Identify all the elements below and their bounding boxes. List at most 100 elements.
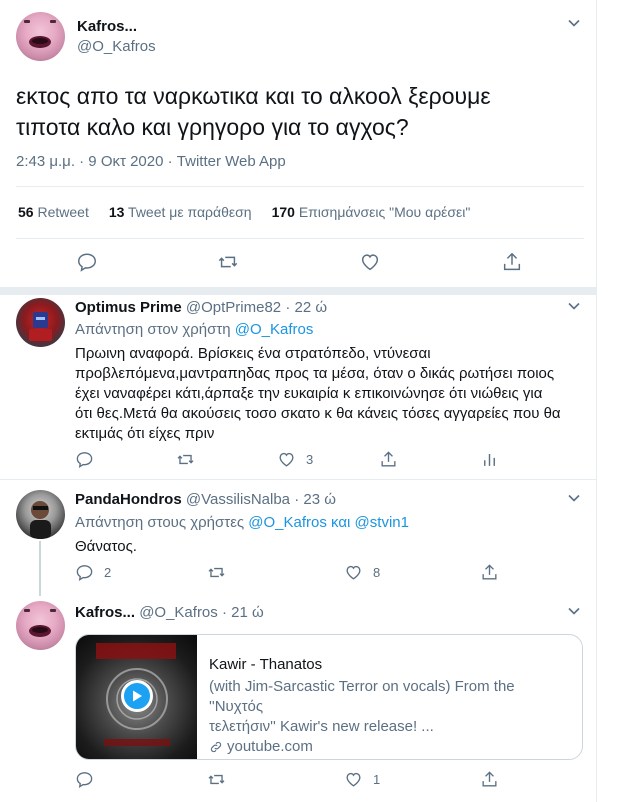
- play-icon: [133, 690, 142, 702]
- quotes-label: Tweet με παράθεση: [128, 204, 252, 220]
- retweets-count: 56: [18, 204, 34, 220]
- avatar-image: [30, 501, 51, 539]
- card-thumbnail: [76, 635, 197, 759]
- retweet-icon: [177, 454, 194, 465]
- chevron-down-icon[interactable]: [567, 604, 581, 618]
- reply3-header: Kafros... @O_Kafros · 21 ώ: [75, 604, 264, 621]
- avatar-image: [24, 20, 56, 48]
- quotes-stat[interactable]: 13 Tweet με παράθεση: [109, 204, 252, 220]
- avatar-panda[interactable]: [16, 490, 65, 539]
- reply-button[interactable]: [75, 450, 94, 469]
- reply-button[interactable]: 2: [75, 563, 111, 582]
- reply2-mention-1[interactable]: @O_Kafros: [248, 514, 327, 531]
- reply1-handle[interactable]: @OptPrime82: [186, 299, 281, 316]
- card-description-line2: τελετήσιν'' Kawir's new release! ...: [209, 718, 434, 735]
- reply3-like-count: 1: [373, 772, 381, 787]
- main-tweet-text: εκτος απο τα ναρκωτικα και το αλκοολ ξερ…: [16, 81, 491, 143]
- heart-icon: [346, 565, 361, 580]
- link-icon: [210, 741, 222, 753]
- reply2-replying-to: Απάντηση στους χρήστες @O_Kafros και @st…: [75, 514, 409, 531]
- like-button[interactable]: 3: [277, 450, 313, 469]
- main-tweet-stats: 56 Retweet 13 Tweet με παράθεση 170 Επισ…: [18, 204, 470, 220]
- reply2-reply-count: 2: [104, 565, 112, 580]
- reply2-display-name[interactable]: PandaHondros: [75, 491, 182, 508]
- avatar-kafros[interactable]: [16, 601, 65, 650]
- reply2-header: PandaHondros @VassilisNalba · 23 ώ: [75, 491, 336, 508]
- retweet-button[interactable]: [207, 563, 226, 582]
- reply1-line: εκτιμάς ότι είχες πριν: [75, 425, 215, 442]
- reply2-text: Θάνατος.: [75, 538, 137, 555]
- reply1-text: Πρωινη αναφορά. Βρίσκεις ένα στρατόπεδο,…: [75, 344, 590, 444]
- reply1-time[interactable]: · 22 ώ: [285, 299, 327, 316]
- share-button[interactable]: [379, 450, 398, 469]
- thread-divider: [0, 287, 596, 295]
- reply2-mention-and[interactable]: και: [331, 514, 350, 531]
- share-icon: [482, 564, 497, 580]
- chevron-down-icon[interactable]: [567, 16, 581, 30]
- heart-icon: [279, 452, 294, 467]
- main-display-name[interactable]: Kafros...: [77, 18, 137, 35]
- like-button[interactable]: 8: [344, 563, 380, 582]
- reply1-display-name[interactable]: Optimus Prime: [75, 299, 182, 316]
- main-tweet-text-line1: εκτος απο τα ναρκωτικα και το αλκοολ ξερ…: [16, 83, 491, 109]
- likes-label: Επισημάνσεις "Μου αρέσει": [298, 204, 471, 220]
- avatar-image: [29, 312, 52, 341]
- share-icon: [482, 771, 497, 787]
- thread-line: [39, 541, 41, 596]
- reply2-like-count: 8: [373, 565, 381, 580]
- reply2-time[interactable]: · 23 ώ: [294, 491, 336, 508]
- reply-icon: [76, 452, 93, 468]
- divider: [16, 186, 584, 187]
- card-description-line1: (with Jim-Sarcastic Terror on vocals) Fr…: [209, 678, 515, 715]
- likes-stat[interactable]: 170 Επισημάνσεις "Μου αρέσει": [272, 204, 471, 220]
- column-border: [596, 0, 597, 802]
- retweet-button[interactable]: [217, 251, 239, 273]
- reply-button[interactable]: [76, 251, 98, 273]
- play-button[interactable]: [121, 680, 153, 712]
- reply1-like-count: 3: [306, 452, 314, 467]
- reply1-line: Πρωινη αναφορά. Βρίσκεις ένα στρατόπεδο,…: [75, 345, 431, 362]
- share-button[interactable]: [480, 770, 499, 789]
- chevron-down-icon[interactable]: [567, 491, 581, 505]
- share-button[interactable]: [480, 563, 499, 582]
- retweets-stat[interactable]: 56 Retweet: [18, 204, 89, 220]
- chevron-down-icon[interactable]: [567, 299, 581, 313]
- reply-icon: [76, 772, 93, 788]
- retweet-icon: [208, 774, 225, 785]
- card-domain: youtube.com: [227, 738, 313, 755]
- reply2-handle[interactable]: @VassilisNalba: [186, 491, 290, 508]
- reply1-line: έχει ναναφέρει κάτι,άρπαξε την ευκαιρία …: [75, 385, 543, 402]
- card-title: Kawir - Thanatos: [209, 656, 323, 673]
- share-button[interactable]: [501, 251, 523, 273]
- main-tweet-meta[interactable]: 2:43 μ.μ. · 9 Οκτ 2020 · Twitter Web App: [16, 153, 286, 170]
- main-handle[interactable]: @O_Kafros: [77, 38, 156, 55]
- reply1-replying-to: Απάντηση στον χρήστη @O_Kafros: [75, 321, 313, 338]
- divider: [16, 238, 584, 239]
- avatar-image: [24, 609, 56, 637]
- reply2-mention-2[interactable]: @stvin1: [355, 514, 409, 531]
- retweet-button[interactable]: [207, 770, 226, 789]
- like-button[interactable]: 1: [344, 770, 380, 789]
- reply3-handle[interactable]: @O_Kafros: [139, 604, 218, 621]
- retweet-icon: [208, 567, 225, 578]
- reply3-display-name[interactable]: Kafros...: [75, 604, 135, 621]
- like-button[interactable]: [359, 251, 381, 273]
- retweet-button[interactable]: [176, 450, 195, 469]
- share-icon: [381, 451, 396, 467]
- link-preview-card[interactable]: Kawir - Thanatos (with Jim-Sarcastic Ter…: [75, 634, 583, 760]
- reply1-mention[interactable]: @O_Kafros: [235, 321, 314, 338]
- divider: [0, 479, 596, 480]
- reply-button[interactable]: [75, 770, 94, 789]
- analytics-button[interactable]: [480, 450, 499, 469]
- share-icon: [503, 252, 521, 271]
- reply3-time[interactable]: · 21 ώ: [222, 604, 264, 621]
- reply1-reply-prefix: Απάντηση στον χρήστη: [75, 321, 231, 338]
- card-info: Kawir - Thanatos (with Jim-Sarcastic Ter…: [197, 635, 582, 759]
- heart-icon: [361, 254, 379, 271]
- avatar-kafros[interactable]: [16, 12, 65, 61]
- reply1-line: ότι θες.Μετά θα ακούσεις τοσο σκατο κ θα…: [75, 405, 561, 422]
- retweets-label: Retweet: [37, 204, 89, 220]
- reply1-line: προβλεπόμενα,μαντραπηδας προς τα μέσα, ό…: [75, 365, 555, 382]
- avatar-optimus[interactable]: [16, 298, 65, 347]
- main-tweet-text-line2: τιποτα καλο και γρηγορο για το αγχος?: [16, 114, 409, 140]
